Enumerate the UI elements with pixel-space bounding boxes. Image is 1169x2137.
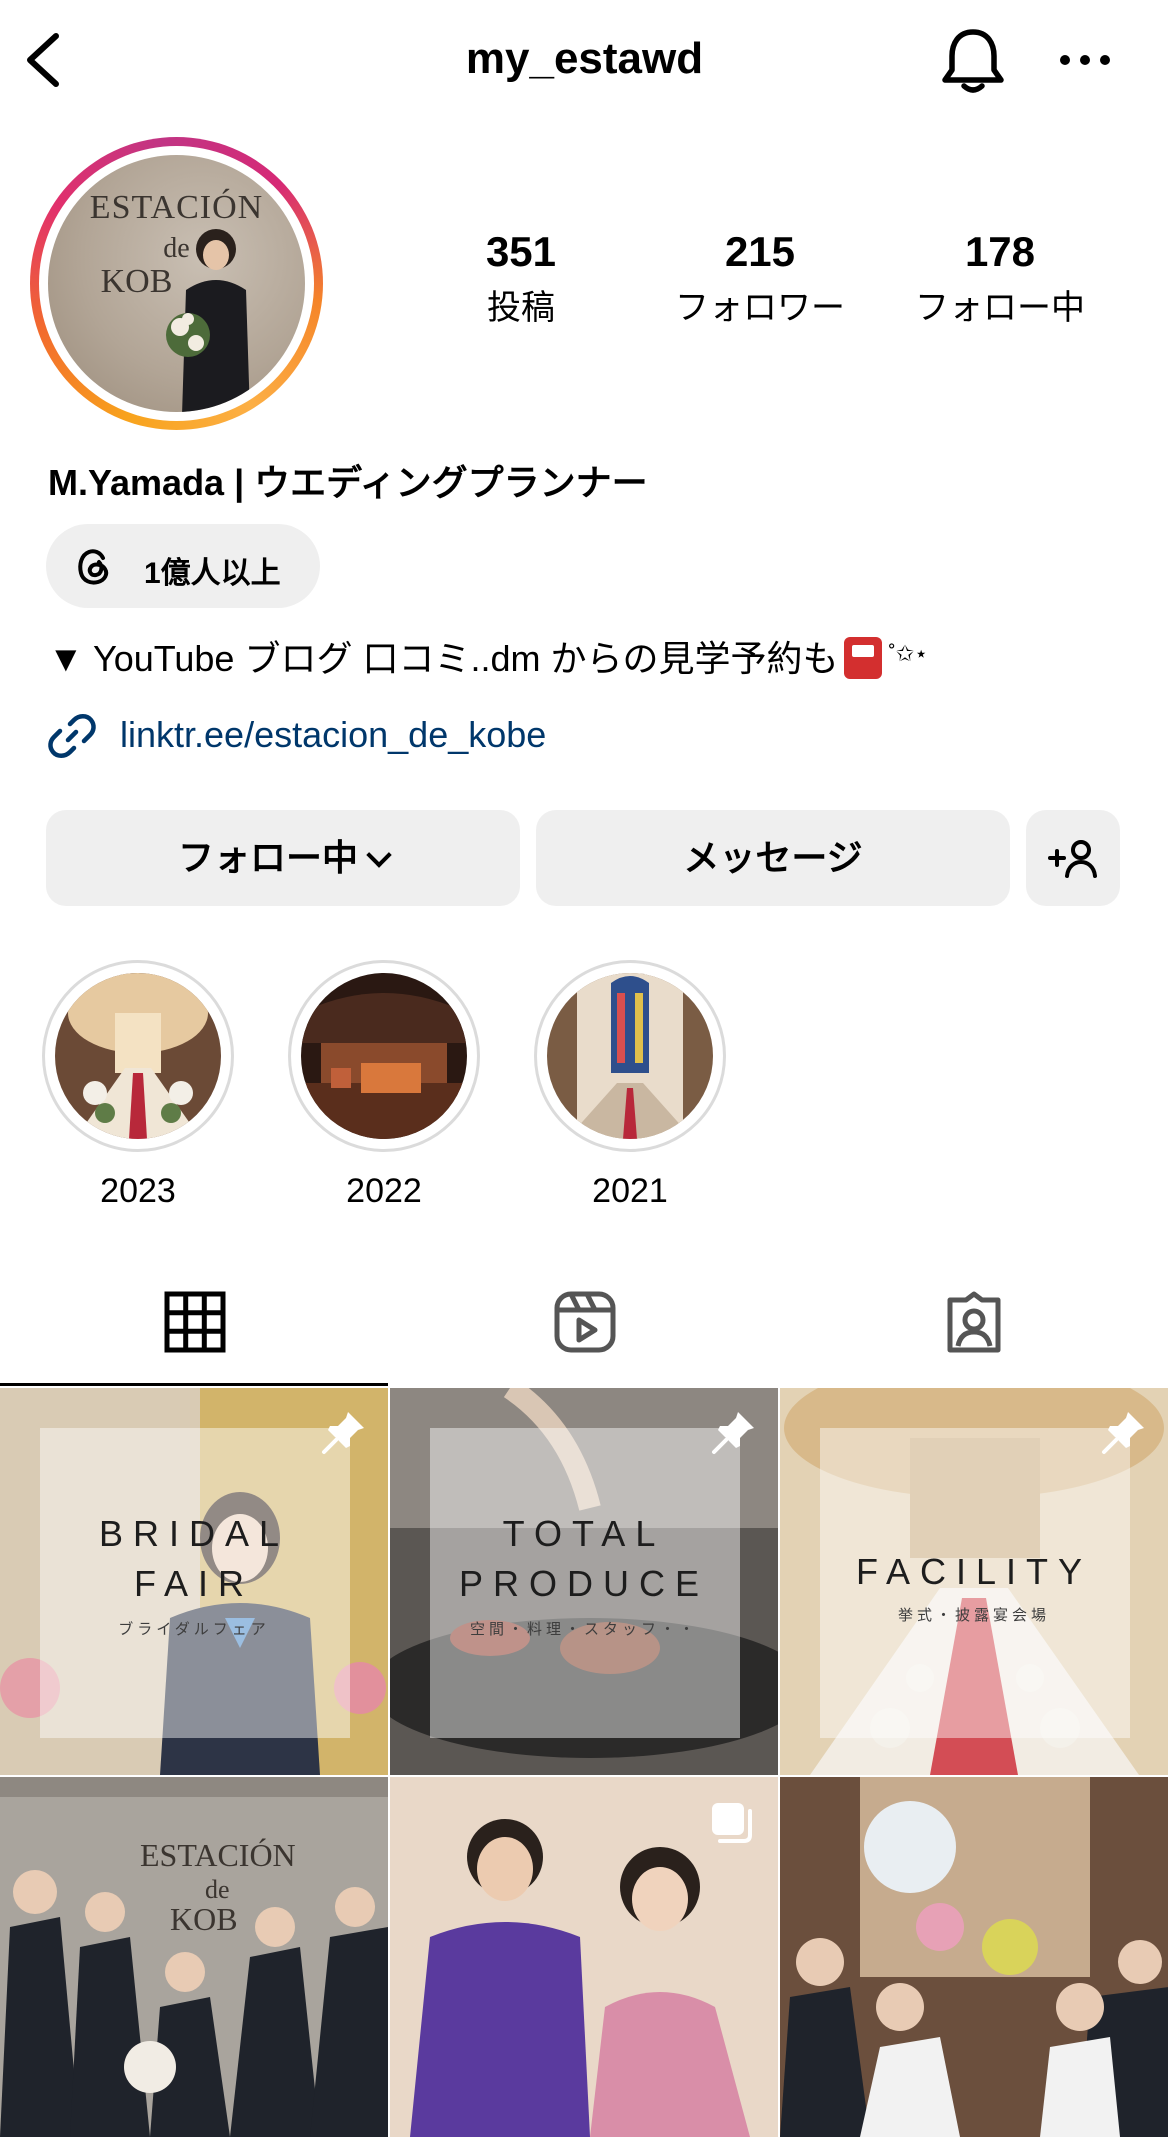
post-photo-staff-group [0,1777,388,2137]
threads-icon [78,549,109,585]
post-sign-line3: KOB [170,1901,238,1937]
post-title-line2: FAIR [133,1563,254,1604]
following-number: 178 [964,228,1036,275]
pin-icon [1102,1412,1144,1454]
display-name: M.Yamada | ウエディングプランナー [48,462,648,503]
threads-badge-label: 1億人以上 [144,557,281,590]
multi-image-icon [712,1803,752,1843]
post-subtitle: 空間・料理・スタッフ・・ [469,1621,698,1638]
post-photo-staff-flowers [780,1777,1168,2137]
highlight-cover-chapel [55,973,221,1139]
highlight-label: 2023 [100,1172,176,1210]
highlight-2022[interactable]: 2022 [288,960,480,1211]
bio-stars: ˚✩⋆ [888,641,929,666]
post-tile[interactable]: ESTACIÓN de KOB [0,1777,388,2137]
bell-icon [942,27,1004,93]
posts-number: 351 [485,228,557,275]
grid-icon [164,1291,226,1353]
tab-posts-grid[interactable] [0,1270,390,1386]
following-button-label: フォロー中 [177,837,358,878]
pin-icon [322,1412,364,1454]
highlight-label: 2022 [346,1172,422,1210]
highlight-2021[interactable]: 2021 [534,960,726,1211]
post-title-line1: TOTAL [502,1513,666,1554]
highlight-cover-hall [301,973,467,1139]
add-person-icon [1048,840,1097,878]
chevron-down-icon [366,842,392,868]
post-subtitle: ブライダルフェア [118,1621,270,1638]
threads-badge[interactable]: 1億人以上 [46,524,320,608]
followers-count[interactable]: 215 フォロワー [660,228,860,329]
pin-icon [712,1412,754,1454]
followers-label: フォロワー [675,289,845,327]
profile-link-text: linktr.ee/estacion_de_kobe [120,714,547,755]
active-tab-indicator [0,1383,388,1386]
link-icon [48,714,96,758]
suggest-users-button[interactable] [1026,810,1120,906]
post-tile[interactable] [390,1777,778,2137]
posts-label: 投稿 [487,289,555,327]
profile-bio: ▼ YouTube ブログ 口コミ..dm からの見学予約も ˚✩⋆ [48,630,928,682]
more-horizontal-icon [1060,55,1110,65]
postbox-emoji-icon [844,637,883,679]
following-label: フォロー中 [915,289,1085,327]
post-sign-line1: ESTACIÓN [140,1837,296,1873]
highlight-ring [42,960,234,1152]
post-subtitle: 挙式・披露宴会場 [897,1607,1050,1624]
notifications-button[interactable] [940,26,1006,96]
highlight-label: 2021 [592,1172,668,1210]
avatar-photo: ESTACIÓN de KOB [48,155,305,412]
reels-icon [554,1291,616,1353]
highlight-ring [534,960,726,1152]
post-tile[interactable]: BRIDAL FAIR ブライダルフェア [0,1388,388,1775]
profile-tabs [0,1270,1169,1386]
highlight-cover-stained-glass [547,973,713,1139]
more-options-button[interactable] [1058,48,1112,72]
message-button[interactable]: メッセージ [536,810,1010,906]
following-count[interactable]: 178 フォロー中 [900,228,1100,329]
highlight-ring [288,960,480,1152]
post-title-line2: PRODUCE [458,1563,710,1604]
followers-number: 215 [724,228,796,275]
post-tile[interactable] [780,1777,1168,2137]
following-button[interactable]: フォロー中 [46,810,520,906]
tab-tagged[interactable] [779,1270,1169,1386]
message-button-label: メッセージ [683,837,863,878]
post-title-line1: BRIDAL [98,1513,290,1554]
top-bar: my_estawd [0,0,1169,125]
tab-reels[interactable] [390,1270,780,1386]
bio-text: ▼ YouTube ブログ 口コミ..dm からの見学予約も [48,638,839,679]
post-tile[interactable]: TOTAL PRODUCE 空間・料理・スタッフ・・ [390,1388,778,1775]
post-tile[interactable]: FACILITY 挙式・披露宴会場 [780,1388,1168,1775]
tagged-icon [947,1291,1001,1353]
highlight-2023[interactable]: 2023 [42,960,234,1211]
post-title-line1: FACILITY [855,1551,1093,1592]
person-figure [166,229,250,412]
profile-avatar[interactable]: ESTACIÓN de KOB [30,137,323,430]
posts-count[interactable]: 351 投稿 [421,228,621,329]
